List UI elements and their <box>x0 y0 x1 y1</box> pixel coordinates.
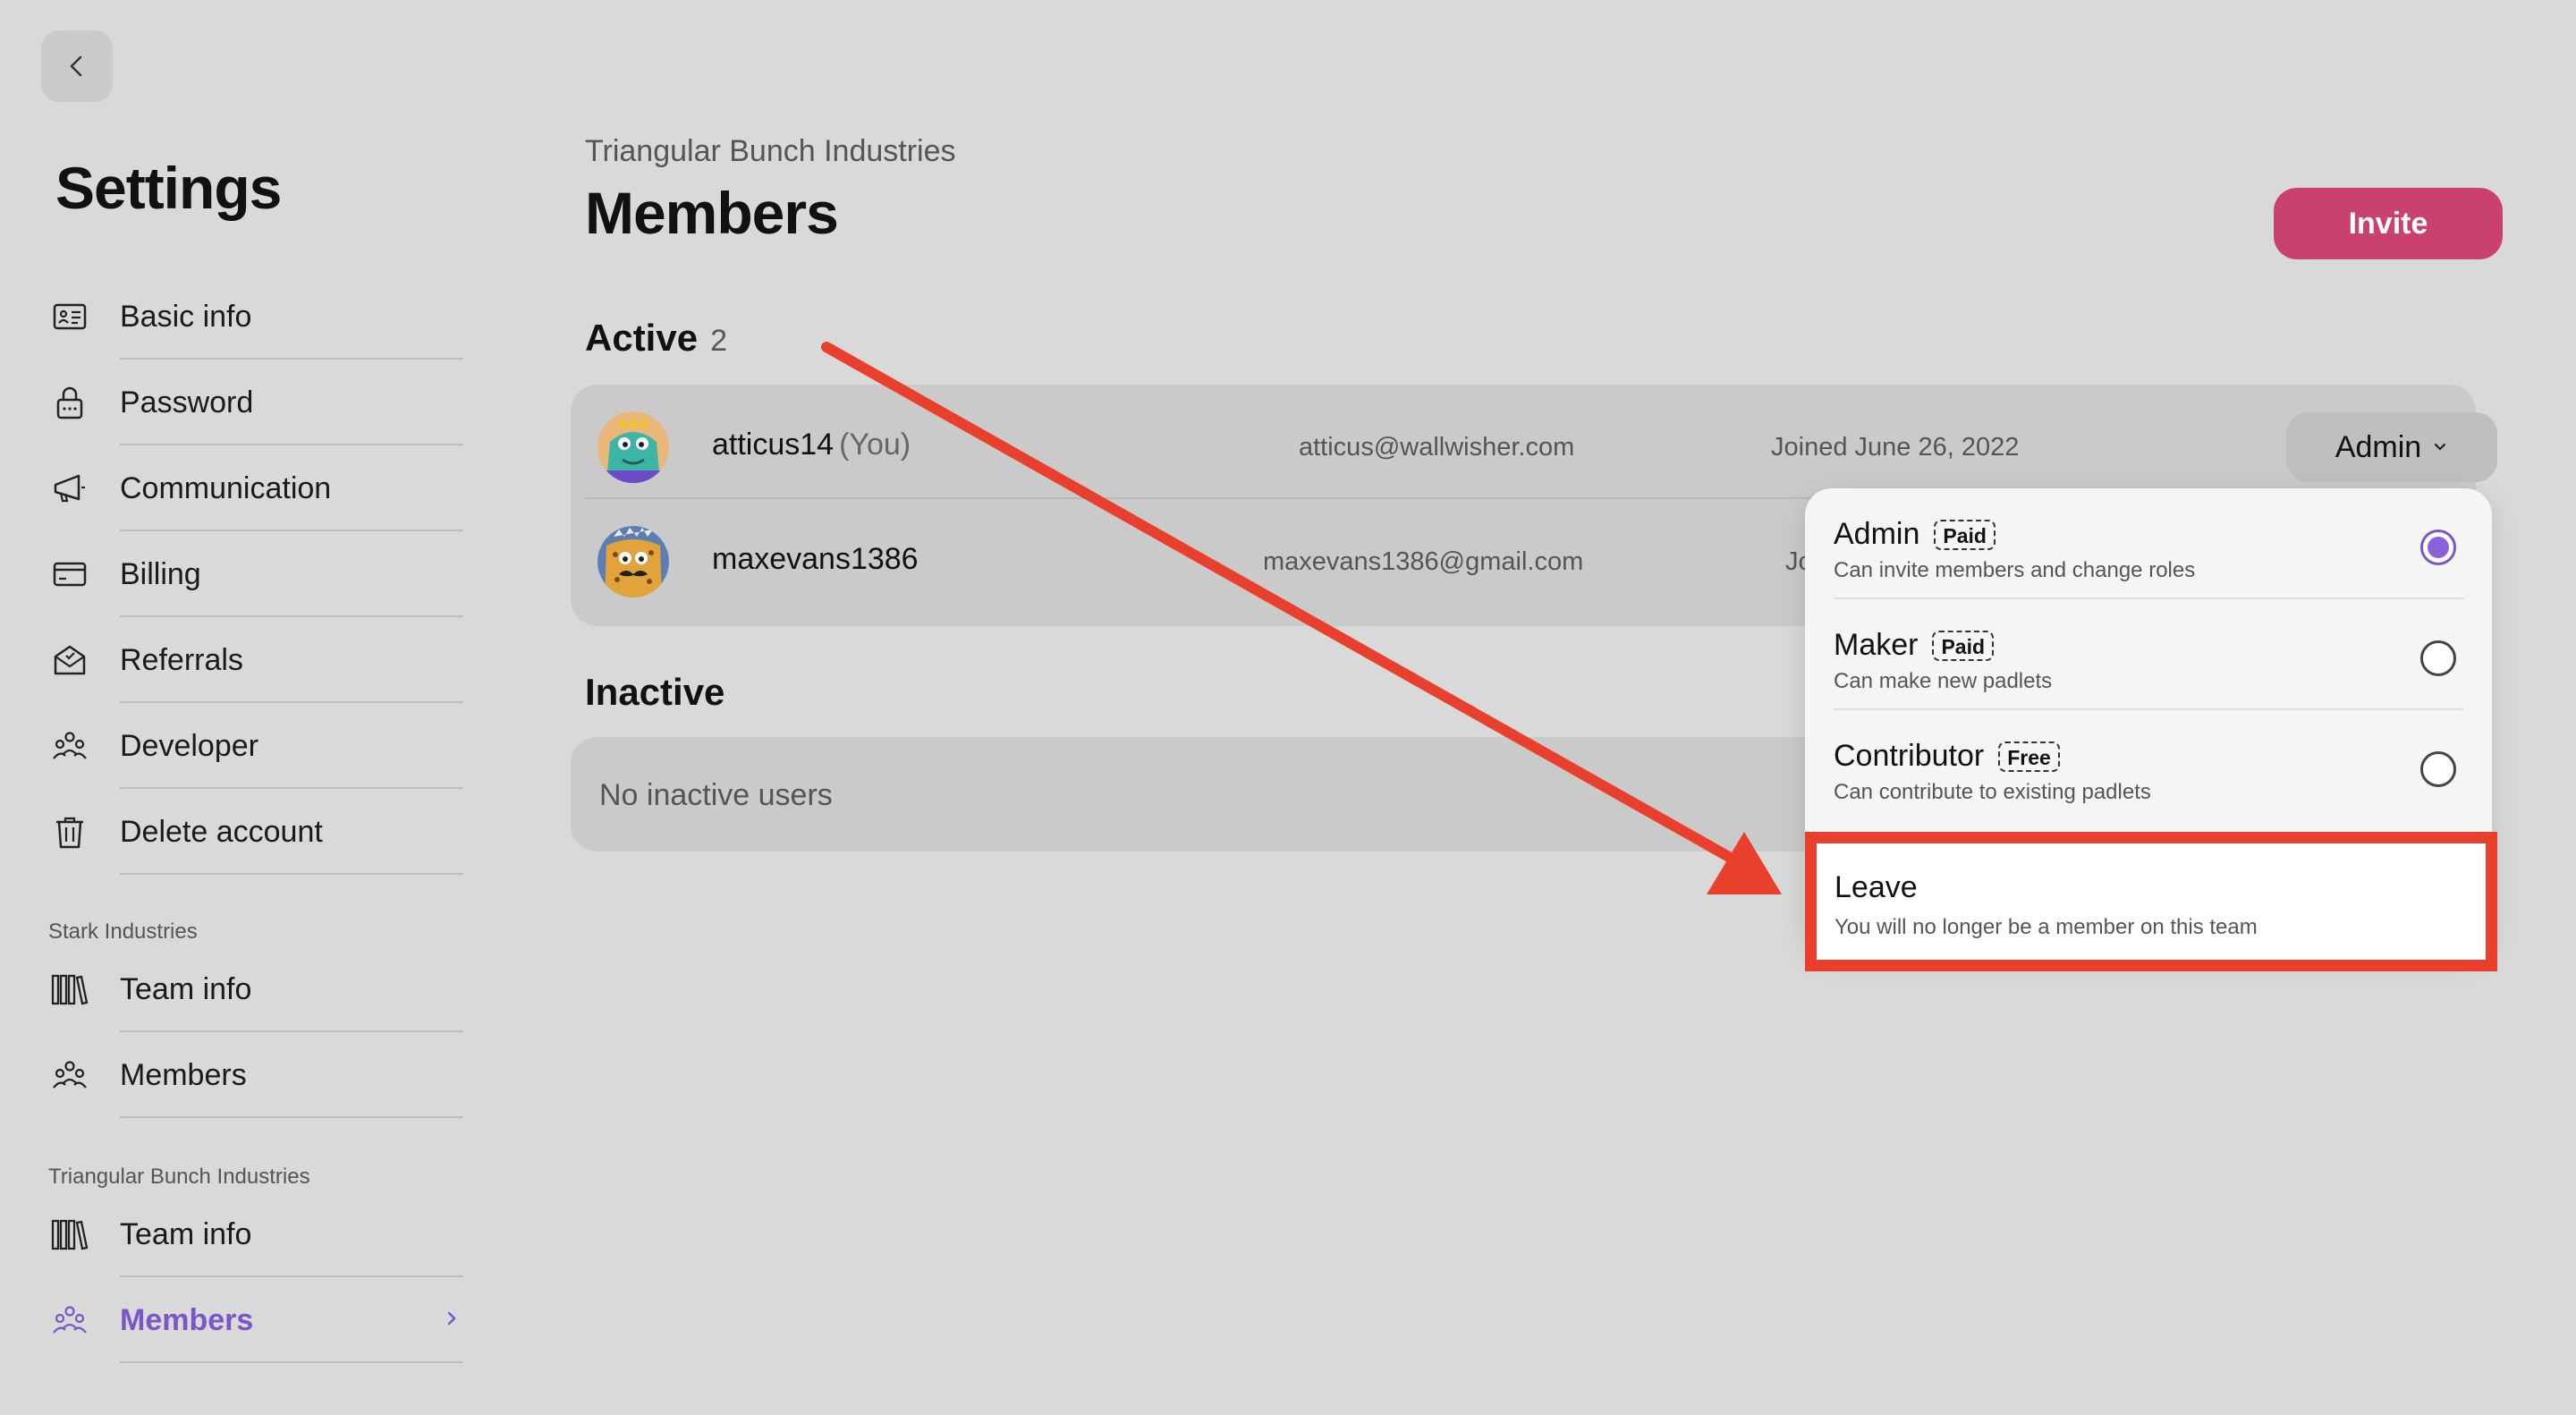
role-option-contributor[interactable]: Contributor Free Can contribute to exist… <box>1834 710 2463 821</box>
sidebar-item-developer[interactable]: Developer <box>48 703 463 789</box>
role-option-title: Admin Paid <box>1834 517 1996 552</box>
chevron-right-icon <box>444 1306 462 1335</box>
invite-button[interactable]: Invite <box>2274 188 2503 259</box>
plan-badge: Paid <box>1934 519 1996 550</box>
people-group-icon <box>48 1299 91 1342</box>
role-option-title: Contributor Free <box>1834 739 2060 774</box>
team-section-label: Triangular Bunch Industries <box>48 1165 310 1189</box>
trash-icon <box>48 810 91 853</box>
member-joined: Joined June 26, 2022 <box>1771 433 2020 462</box>
role-label: Admin <box>2334 429 2422 464</box>
member-username: atticus14 (You) <box>712 428 911 462</box>
sidebar-item-label: Referrals <box>120 617 463 703</box>
member-row: atticus14 (You) atticus@wallwisher.com Jo… <box>585 385 2497 499</box>
chevron-down-icon <box>2435 443 2446 451</box>
active-label: Active <box>585 317 699 359</box>
role-option-admin[interactable]: Admin Paid Can invite members and change… <box>1834 488 2463 599</box>
role-option-title: Maker Paid <box>1834 628 1995 663</box>
inactive-heading: Inactive <box>585 671 725 713</box>
leave-team-option[interactable]: Leave You will no longer be a member on … <box>1805 832 2497 971</box>
username-text: atticus14 <box>712 428 835 462</box>
radio-button[interactable] <box>2420 751 2456 787</box>
member-username: maxevans1386 <box>712 542 919 576</box>
radio-button-selected[interactable] <box>2420 530 2456 565</box>
sidebar-item-communication[interactable]: Communication <box>48 445 463 531</box>
envelope-open-icon <box>48 639 91 682</box>
sidebar-item-label: Communication <box>120 445 463 531</box>
settings-title: Settings <box>55 155 282 221</box>
role-option-desc: Can invite members and change roles <box>1834 558 2196 582</box>
leave-desc: You will no longer be a member on this t… <box>1835 915 2258 939</box>
role-option-name: Maker <box>1834 628 1919 662</box>
plan-badge: Free <box>1998 741 2060 772</box>
role-option-name: Admin <box>1834 517 1920 551</box>
sidebar-item-label: Members <box>120 1277 463 1363</box>
org-name: Triangular Bunch Industries <box>585 134 956 168</box>
sidebar-item-referrals[interactable]: Referrals <box>48 617 463 703</box>
sidebar-item-label: Developer <box>120 703 463 789</box>
books-icon <box>48 968 91 1011</box>
empty-state-text: No inactive users <box>599 778 833 812</box>
sidebar-item-members-active[interactable]: Members <box>48 1277 463 1363</box>
megaphone-icon <box>48 467 91 510</box>
role-option-desc: Can make new padlets <box>1834 669 2053 693</box>
team-section-label: Stark Industries <box>48 919 198 944</box>
sidebar-item-label: Team info <box>120 946 463 1032</box>
credit-card-icon <box>48 553 91 596</box>
active-heading: Active 2 <box>585 317 727 360</box>
active-count: 2 <box>710 324 727 358</box>
role-option-name: Contributor <box>1834 739 1985 773</box>
sidebar-item-members[interactable]: Members <box>48 1032 463 1118</box>
sidebar-item-label: Team info <box>120 1191 463 1277</box>
people-group-icon <box>48 724 91 767</box>
member-email: maxevans1386@gmail.com <box>1263 547 1584 576</box>
sidebar-item-team-info[interactable]: Team info <box>48 946 463 1032</box>
sidebar-item-label: Billing <box>120 531 463 617</box>
sidebar-item-label: Members <box>120 1032 463 1118</box>
avatar <box>597 411 669 483</box>
page-title: Members <box>585 180 839 246</box>
sidebar-item-team-info[interactable]: Team info <box>48 1191 463 1277</box>
sidebar-item-password[interactable]: Password <box>48 360 463 445</box>
role-option-desc: Can contribute to existing padlets <box>1834 780 2151 804</box>
role-dropdown-button[interactable]: Admin <box>2286 412 2497 482</box>
plan-badge: Paid <box>1932 630 1995 661</box>
member-email: atticus@wallwisher.com <box>1299 433 1575 462</box>
sidebar-item-billing[interactable]: Billing <box>48 531 463 617</box>
avatar <box>597 526 669 597</box>
leave-title: Leave <box>1835 870 1918 904</box>
radio-button[interactable] <box>2420 640 2456 676</box>
id-card-icon <box>48 295 91 338</box>
people-group-icon <box>48 1054 91 1097</box>
sidebar-item-basic-info[interactable]: Basic info <box>48 274 463 360</box>
sidebar-item-label: Delete account <box>120 789 463 875</box>
you-label: (You) <box>839 428 911 462</box>
sidebar-item-label: Basic info <box>120 274 463 360</box>
books-icon <box>48 1213 91 1256</box>
lock-icon <box>48 381 91 424</box>
role-option-maker[interactable]: Maker Paid Can make new padlets <box>1834 599 2463 710</box>
sidebar-item-delete-account[interactable]: Delete account <box>48 789 463 875</box>
sidebar-item-label: Password <box>120 360 463 445</box>
settings-sidebar: Settings Basic info Password Communicati… <box>0 0 483 1415</box>
